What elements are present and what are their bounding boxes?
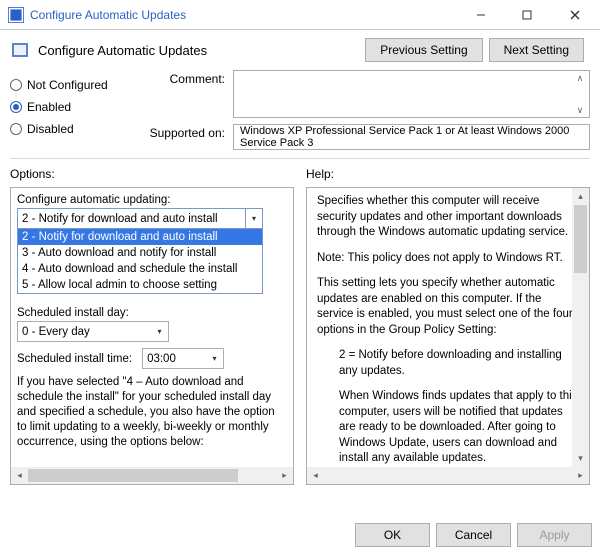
radio-label: Disabled — [27, 122, 74, 136]
dialog-footer: OK Cancel Apply — [349, 517, 598, 553]
scheduled-time-value: 03:00 — [147, 353, 176, 365]
scroll-thumb[interactable] — [28, 469, 238, 482]
options-note: If you have selected "4 – Auto download … — [17, 375, 287, 450]
title-bar: Configure Automatic Updates — [0, 0, 600, 30]
help-label: Help: — [306, 167, 590, 181]
supported-on-value: Windows XP Professional Service Pack 1 o… — [240, 125, 583, 149]
radio-icon — [10, 79, 22, 91]
close-button[interactable] — [550, 0, 600, 29]
help-text: This setting lets you specify whether au… — [317, 276, 579, 338]
comment-label: Comment: — [145, 70, 225, 118]
minimize-button[interactable] — [458, 0, 504, 29]
supported-on-field: Windows XP Professional Service Pack 1 o… — [233, 124, 590, 150]
radio-not-configured[interactable]: Not Configured — [10, 74, 135, 96]
scheduled-time-select[interactable]: 03:00 ▾ — [142, 348, 224, 369]
help-text: Specifies whether this computer will rec… — [317, 194, 579, 241]
chevron-up-icon: ∧ — [571, 71, 589, 85]
scheduled-time-label: Scheduled install time: — [17, 353, 132, 365]
help-column: Help: Specifies whether this computer wi… — [306, 167, 590, 485]
chevron-up-icon: ▴ — [572, 188, 589, 205]
dropdown-option[interactable]: 5 - Allow local admin to choose setting — [18, 277, 262, 293]
help-h-scrollbar[interactable]: ◂ ▸ — [307, 467, 589, 484]
scheduled-day-label: Scheduled install day: — [17, 307, 287, 319]
chevron-right-icon: ▸ — [276, 470, 293, 481]
radio-label: Enabled — [27, 100, 71, 114]
options-column: Options: Configure automatic updating: 2… — [10, 167, 294, 485]
dropdown-option[interactable]: 4 - Auto download and schedule the insta… — [18, 261, 262, 277]
scheduled-day-value: 0 - Every day — [22, 326, 90, 338]
state-radio-group: Not Configured Enabled Disabled — [10, 70, 135, 150]
chevron-left-icon: ◂ — [11, 470, 28, 481]
ok-button[interactable]: OK — [355, 523, 430, 547]
config-row: Not Configured Enabled Disabled Comment:… — [0, 68, 600, 156]
dropdown-option[interactable]: 2 - Notify for download and auto install — [18, 229, 262, 245]
scroll-thumb[interactable] — [574, 205, 587, 273]
comment-textarea[interactable]: ∧ ∨ — [233, 70, 590, 118]
configure-updating-select[interactable]: 2 - Notify for download and auto install… — [17, 208, 263, 229]
previous-setting-button[interactable]: Previous Setting — [365, 38, 482, 62]
dropdown-option[interactable]: 3 - Auto download and notify for install — [18, 245, 262, 261]
options-h-scrollbar[interactable]: ◂ ▸ — [11, 467, 293, 484]
radio-disabled[interactable]: Disabled — [10, 118, 135, 140]
radio-icon — [10, 123, 22, 135]
help-text: Note: This policy does not apply to Wind… — [317, 251, 579, 267]
supported-label: Supported on: — [145, 124, 225, 150]
options-label: Options: — [10, 167, 294, 181]
separator — [10, 158, 590, 159]
maximize-button[interactable] — [504, 0, 550, 29]
next-setting-button[interactable]: Next Setting — [489, 38, 584, 62]
help-text: 2 = Notify before downloading and instal… — [317, 348, 579, 379]
lower-section: Options: Configure automatic updating: 2… — [0, 161, 600, 485]
scroll-track — [324, 467, 572, 484]
configure-updating-label: Configure automatic updating: — [17, 194, 287, 206]
chevron-down-icon: ▾ — [572, 450, 589, 467]
radio-icon — [10, 101, 22, 113]
app-icon — [8, 7, 24, 23]
header-row: Configure Automatic Updates Previous Set… — [0, 30, 600, 68]
comment-scroll[interactable]: ∧ ∨ — [571, 71, 589, 117]
chevron-down-icon: ▾ — [245, 209, 262, 228]
chevron-down-icon: ▾ — [206, 349, 223, 368]
help-panel: Specifies whether this computer will rec… — [306, 187, 590, 485]
scroll-track — [572, 205, 589, 450]
chevron-left-icon: ◂ — [307, 469, 324, 481]
window-title: Configure Automatic Updates — [30, 8, 458, 22]
configure-updating-value: 2 - Notify for download and auto install — [22, 213, 218, 225]
options-panel: Configure automatic updating: 2 - Notify… — [10, 187, 294, 485]
help-text: When Windows finds updates that apply to… — [317, 389, 579, 467]
scheduled-day-select[interactable]: 0 - Every day ▾ — [17, 321, 169, 342]
cancel-button[interactable]: Cancel — [436, 523, 511, 547]
radio-label: Not Configured — [27, 78, 108, 92]
chevron-right-icon: ▸ — [572, 469, 589, 481]
scroll-track — [28, 467, 276, 484]
configure-updating-dropdown: 2 - Notify for download and auto install… — [17, 228, 263, 294]
chevron-down-icon: ▾ — [151, 322, 168, 341]
policy-title: Configure Automatic Updates — [38, 43, 357, 58]
radio-enabled[interactable]: Enabled — [10, 96, 135, 118]
apply-button[interactable]: Apply — [517, 523, 592, 547]
chevron-down-icon: ∨ — [571, 103, 589, 117]
policy-icon — [10, 40, 30, 60]
help-v-scrollbar[interactable]: ▴ ▾ — [572, 188, 589, 467]
